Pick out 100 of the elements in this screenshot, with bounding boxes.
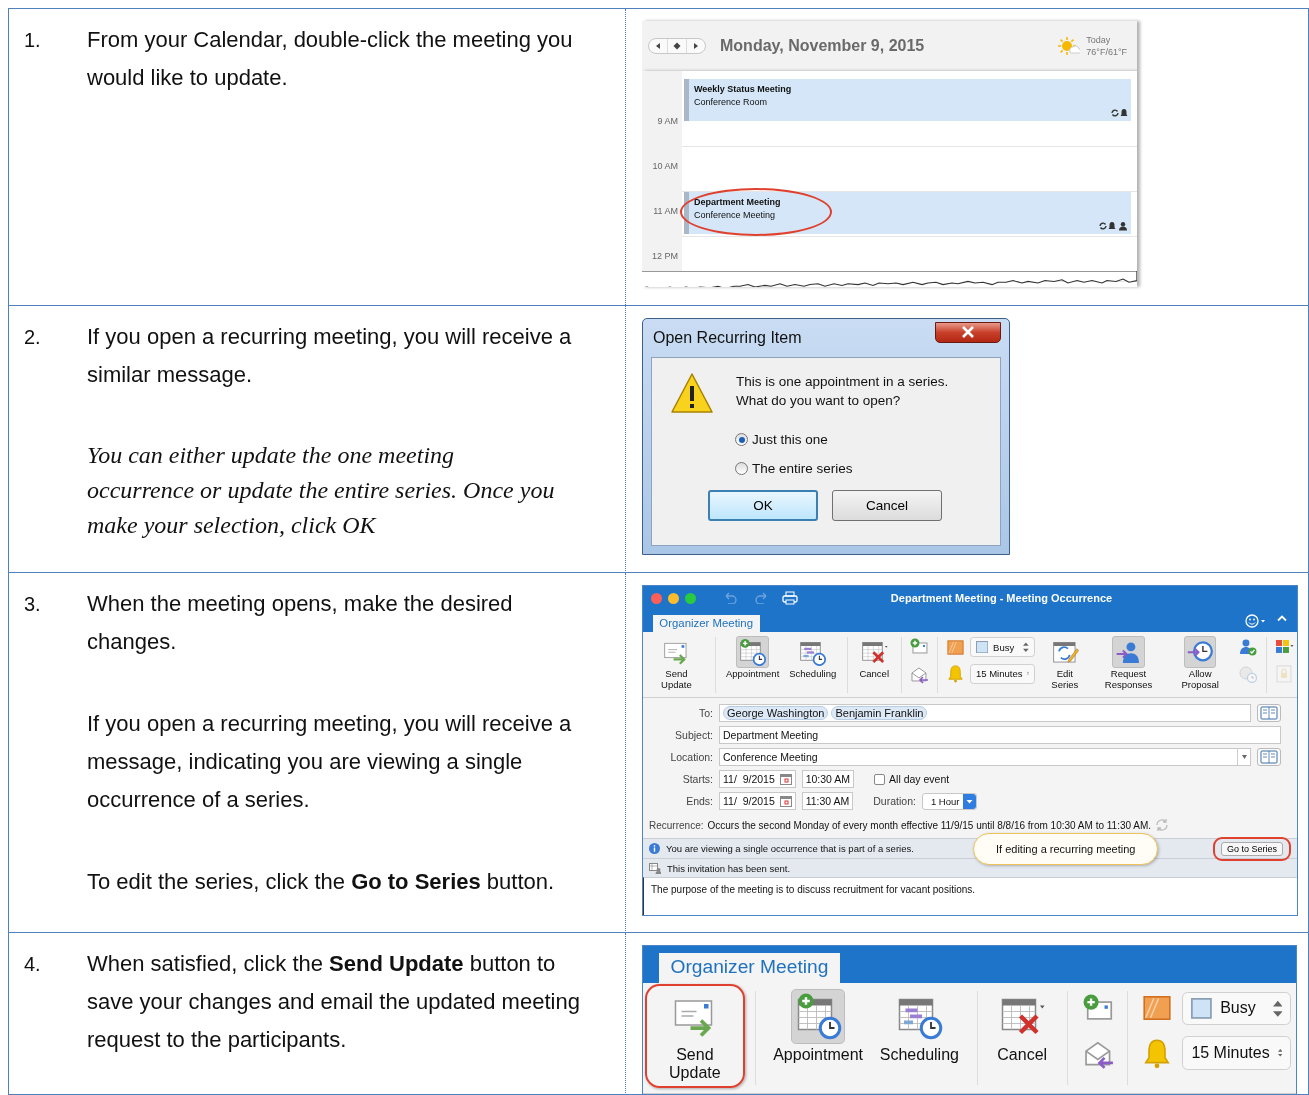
go-to-series-button[interactable]: Go to Series [1220, 841, 1283, 856]
cancel-button[interactable]: Cancel [832, 490, 942, 521]
field-label: Location: [669, 751, 713, 764]
field-label: Duration: [873, 795, 916, 808]
event-location: Conference Room [694, 96, 769, 109]
print-icon[interactable] [782, 591, 798, 605]
step-number: 3. [24, 592, 42, 617]
event-location: Conference Meeting [694, 209, 777, 222]
recipient-chip[interactable]: Benjamin Franklin [831, 706, 928, 721]
ribbon-tab[interactable]: Organizer Meeting [652, 615, 760, 632]
send-update-button[interactable]: Send Update [651, 989, 739, 1083]
calendar-icon[interactable] [779, 795, 792, 808]
date-field[interactable]: 11/ 9/2015 [719, 770, 796, 789]
step-number: 2. [24, 325, 42, 350]
recipient-chip[interactable]: George Washington [723, 706, 829, 721]
radio-option[interactable]: The entire series [735, 461, 1000, 476]
status-swatch-icon [1191, 997, 1213, 1019]
calendar-event[interactable]: Weekly Status Meeting Conference Room [684, 79, 1131, 121]
field-label: Subject: [674, 729, 713, 742]
date-field[interactable]: 11/ 9/2015 [719, 792, 796, 811]
field-label: Starts: [681, 773, 713, 786]
appointment-button[interactable]: Appointment [771, 989, 865, 1065]
warning-icon [670, 372, 714, 414]
cancel-button[interactable]: Cancel [857, 635, 892, 681]
address-book-button[interactable] [1257, 748, 1281, 767]
dialog-title: Open Recurring Item [652, 329, 802, 347]
stepper-arrows-icon [1272, 999, 1283, 1018]
info-icon [649, 843, 660, 855]
show-as-dropdown[interactable]: Busy [1182, 991, 1292, 1026]
hour-label: 12 PM [651, 251, 678, 261]
location-field[interactable]: Conference Meeting [719, 748, 1251, 767]
step-text: If you open a recurring meeting, you will receive a message, indicating you are viewing a single occurrence of a series. [87, 710, 573, 814]
step-text: When satisfied, click the Send Update button to save your changes and email the updated meeting request to the participants. [87, 950, 581, 1054]
radio-option[interactable]: Just this one [735, 432, 1000, 447]
step-text: When the meeting opens, make the desired changes. [87, 590, 514, 656]
step-number: 4. [24, 952, 42, 977]
close-button[interactable] [935, 321, 1001, 343]
appointment-button[interactable]: Appointment [725, 635, 781, 681]
event-title: Department Meeting [694, 196, 782, 209]
caret-icon[interactable] [963, 793, 977, 809]
duration-dropdown[interactable]: 1 Hour [921, 792, 978, 810]
calendar-icon[interactable] [779, 773, 792, 786]
sun-cloud-icon [1058, 37, 1081, 55]
all-day-checkbox[interactable]: All day event [874, 773, 950, 786]
cancel-button[interactable]: Cancel [993, 989, 1051, 1065]
scheduling-button[interactable]: Scheduling [878, 989, 961, 1065]
address-book-icon [1260, 750, 1278, 765]
calendar-date: Monday, November 9, 2015 [720, 37, 925, 55]
collapse-icon[interactable] [1277, 613, 1287, 622]
step-number: 1. [24, 28, 42, 53]
message-body[interactable]: The purpose of the meeting is to discuss recruitment for vacant positions. [643, 877, 1297, 916]
today-icon[interactable] [672, 41, 682, 51]
stepper-arrows-icon [1023, 641, 1030, 653]
address-book-icon [1260, 706, 1278, 721]
scheduling-button[interactable]: Scheduling [788, 635, 838, 681]
edit-series-button[interactable]: Edit Series [1040, 635, 1089, 692]
close-icon [960, 326, 976, 338]
ribbon-tab[interactable]: Organizer Meeting [659, 953, 840, 983]
smiley-icon[interactable] [1245, 613, 1267, 628]
to-field[interactable]: George Washington Benjamin Franklin [719, 704, 1251, 723]
step-text: You can either update the one meeting occurrence or update the entire series. Once you make your selection, click OK [87, 441, 556, 540]
weather-label: Today [1086, 34, 1112, 46]
dialog-message: This is one appointment in a series. [736, 373, 949, 391]
invitation-icon [649, 862, 661, 874]
window-title: Department Meeting - Meeting Occurrence [890, 592, 1114, 604]
step-text: To edit the series, click the Go to Series button. [87, 868, 556, 896]
show-as-dropdown[interactable]: Busy [970, 637, 1035, 657]
minimize-button[interactable] [668, 592, 679, 604]
ok-button[interactable]: OK [708, 490, 818, 521]
status-swatch-icon [975, 640, 989, 654]
step-text: If you open a recurring meeting, you will receive a similar message. [87, 323, 573, 389]
address-book-button[interactable] [1257, 704, 1281, 723]
hour-label: 9 AM [656, 116, 678, 126]
time-field[interactable]: 10:30 AM [801, 770, 855, 789]
request-responses-button[interactable]: Request Responses [1096, 635, 1161, 692]
caret-icon [1241, 755, 1247, 760]
reminder-dropdown[interactable]: 15 Minutes [1182, 1036, 1292, 1070]
status-message: This invitation has been sent. [667, 862, 791, 874]
temperature: 76°F/61°F [1086, 46, 1127, 58]
swatch-icon [945, 637, 965, 657]
step-text: From your Calendar, double-click the meeting you would like to update. [87, 26, 574, 92]
bell-icon [945, 664, 965, 684]
field-label: Recurrence: [649, 819, 704, 831]
recurrence-text: Occurs the second Monday of every month effective 11/9/15 until 8/8/16 from 10:30 AM to 11:30 AM. [707, 819, 1152, 831]
send-update-button[interactable]: Send Update [647, 635, 706, 692]
person-check-icon[interactable] [1238, 637, 1259, 657]
hour-label: 11 AM [652, 206, 678, 216]
callout: If editing a recurring meeting [973, 833, 1159, 866]
envelope-plus-icon[interactable] [909, 637, 930, 657]
info-message: You are viewing a single occurrence that is part of a series. [666, 843, 914, 855]
hour-label: 10 AM [651, 161, 678, 171]
reminder-dropdown[interactable]: 15 Minutes [970, 663, 1035, 684]
field-label: To: [698, 707, 713, 720]
dialog-message: What do you want to open? [736, 392, 902, 410]
zoom-button[interactable] [685, 592, 696, 604]
allow-proposal-button[interactable]: Allow Proposal [1168, 635, 1232, 692]
event-title: Weekly Status Meeting [694, 83, 793, 96]
time-field[interactable]: 11:30 AM [801, 792, 854, 811]
subject-field[interactable]: Department Meeting [719, 726, 1281, 745]
calendar-plus-icon [738, 637, 767, 666]
